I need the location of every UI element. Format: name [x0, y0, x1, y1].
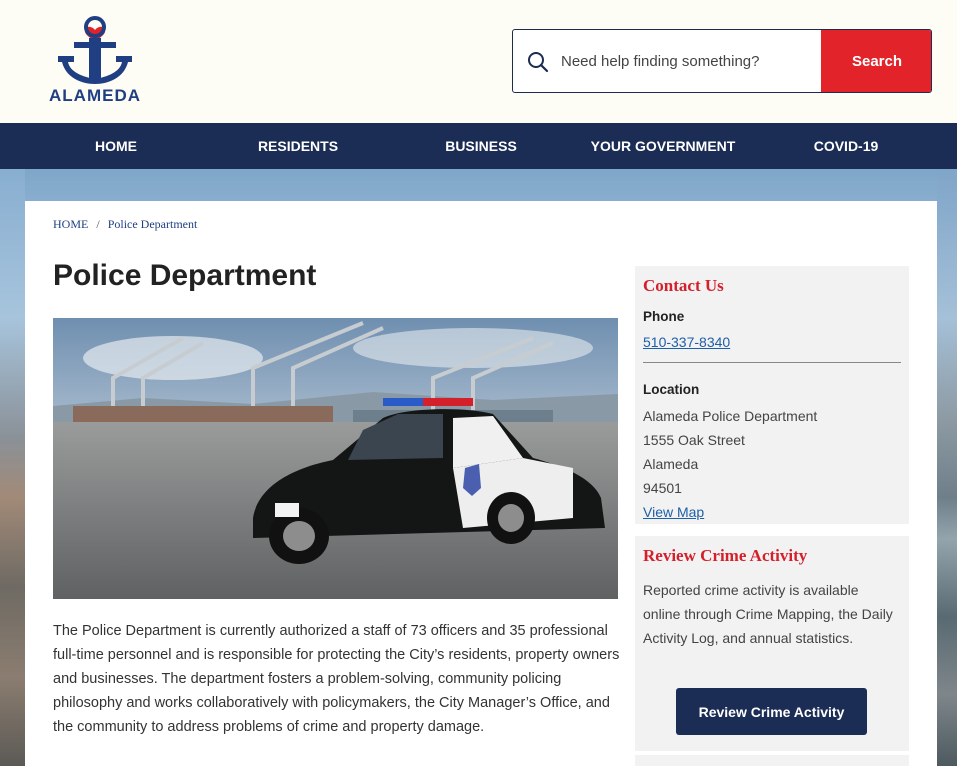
logo-wordmark: ALAMEDA — [49, 86, 141, 105]
alameda-logo[interactable]: ALAMEDA — [44, 16, 146, 105]
anchor-logo-icon — [58, 16, 132, 84]
nav-item-covid-19[interactable]: COVID-19 — [814, 123, 879, 169]
search-icon — [528, 52, 549, 73]
site-header: ALAMEDA Search — [0, 0, 957, 123]
site-search: Search — [512, 29, 932, 93]
next-sidebar-card — [635, 755, 909, 766]
breadcrumb: HOME / Police Department — [53, 217, 197, 232]
address-line: 94501 — [643, 480, 682, 496]
crime-activity-card: Review Crime Activity Reported crime act… — [635, 536, 909, 751]
police-car-image — [53, 318, 618, 599]
police-car-photo — [53, 318, 618, 599]
content-panel: HOME / Police Department Police Department — [25, 201, 937, 766]
phone-label: Phone — [643, 309, 685, 324]
crime-card-text: Reported crime activity is available onl… — [643, 582, 893, 646]
nav-item-home[interactable]: HOME — [95, 123, 137, 169]
location-label: Location — [643, 382, 700, 397]
background-cityscape-left — [0, 169, 25, 766]
breadcrumb-separator: / — [96, 217, 100, 231]
phone-link[interactable]: 510-337-8340 — [643, 334, 730, 350]
contact-divider — [643, 362, 901, 363]
nav-item-your-government[interactable]: YOUR GOVERNMENT — [591, 123, 736, 169]
breadcrumb-home-link[interactable]: HOME — [53, 217, 88, 231]
page-title: Police Department — [53, 259, 317, 292]
crime-card-title: Review Crime Activity — [643, 546, 808, 565]
search-button[interactable]: Search — [821, 30, 931, 92]
background-cityscape-right — [937, 169, 957, 766]
breadcrumb-current[interactable]: Police Department — [108, 217, 198, 231]
main-nav: HOME RESIDENTS BUSINESS YOUR GOVERNMENT … — [0, 123, 957, 169]
address-line: Alameda — [643, 456, 699, 472]
address-line: Alameda Police Department — [643, 408, 818, 424]
review-crime-activity-button[interactable]: Review Crime Activity — [676, 688, 867, 735]
address-line: 1555 Oak Street — [643, 432, 745, 448]
nav-item-residents[interactable]: RESIDENTS — [258, 123, 338, 169]
search-input[interactable] — [561, 30, 819, 92]
nav-item-business[interactable]: BUSINESS — [445, 123, 517, 169]
contact-card-title: Contact Us — [643, 276, 724, 295]
contact-card: Contact Us Phone 510-337-8340 Location A… — [635, 266, 909, 524]
department-description: The Police Department is currently autho… — [53, 623, 620, 735]
view-map-link[interactable]: View Map — [643, 504, 704, 520]
